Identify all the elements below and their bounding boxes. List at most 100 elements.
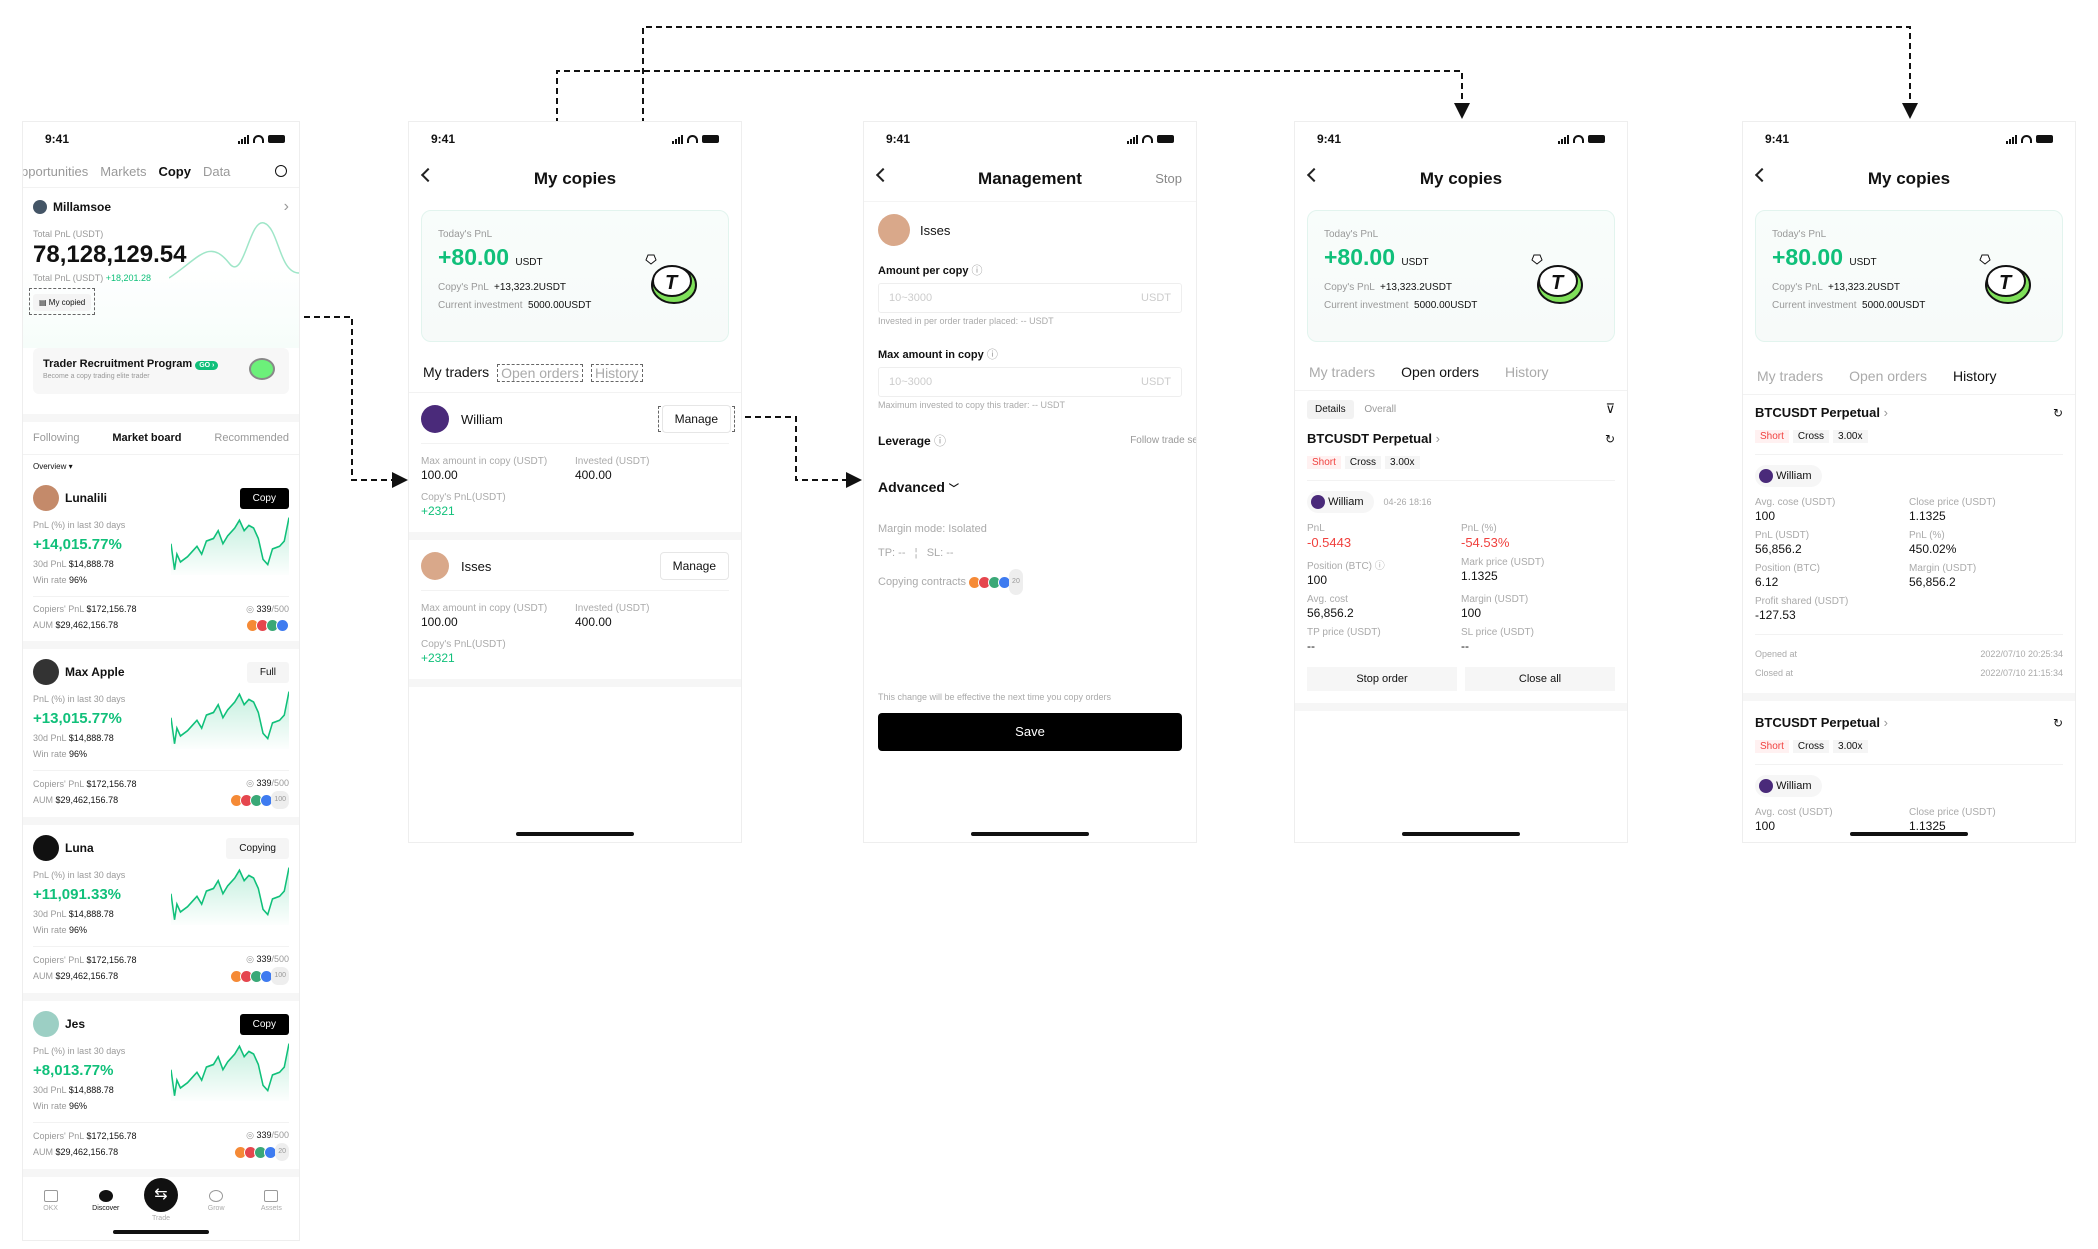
manage-button[interactable]: Manage [661, 405, 731, 433]
chevron-right-icon[interactable]: › [284, 198, 289, 216]
back-icon[interactable] [420, 167, 436, 183]
tab-history[interactable]: History [1953, 368, 1997, 384]
info-icon[interactable]: ⓘ [972, 265, 983, 277]
symbol-link[interactable]: BTCUSDT Perpetual [1755, 405, 1880, 420]
copy-pnl: +2321 [421, 504, 455, 518]
nav-markets[interactable]: Markets [100, 164, 146, 179]
tab-open-orders[interactable]: Open orders [1401, 364, 1479, 380]
leverage-tag: 3.00x [1833, 430, 1868, 443]
amount-per-copy-input[interactable]: 10~3000 USDT [878, 283, 1182, 313]
status-icons [1127, 134, 1174, 144]
tab-my-traders[interactable]: My traders [1757, 368, 1823, 384]
filter-icon[interactable]: ⊽ [1605, 401, 1615, 417]
back-icon[interactable] [875, 167, 891, 183]
trader-card[interactable]: Luna Copying PnL (%) in last 30 days +11,… [23, 825, 299, 1001]
max-amount-input[interactable]: 10~3000 USDT [878, 367, 1182, 397]
trader-card[interactable]: Jes Copy PnL (%) in last 30 days +8,013.7… [23, 1001, 299, 1177]
stop-button[interactable]: Stop [1155, 171, 1182, 186]
subtab-details[interactable]: Details [1307, 399, 1354, 419]
copied-trader-card: Isses Manage Max amount in copy (USDT) 100… [409, 540, 741, 687]
order-field-value: 1.1325 [1909, 509, 1946, 523]
trader-card[interactable]: Lunalili Copy PnL (%) in last 30 days +14… [23, 475, 299, 649]
tab-following[interactable]: Following [33, 432, 79, 444]
bottom-nav-trade[interactable]: ⇆ Trade [141, 1178, 181, 1222]
save-button[interactable]: Save [878, 713, 1182, 751]
tab-market-board[interactable]: Market board [112, 432, 181, 444]
users-icon: ◎ [246, 778, 254, 788]
leverage-value[interactable]: Follow trade se [1130, 435, 1196, 446]
nav-copy[interactable]: Copy [158, 164, 191, 179]
tab-my-traders[interactable]: My traders [423, 364, 489, 382]
my-copied-button[interactable]: ▤ My copied [33, 294, 92, 311]
stop-order-button[interactable]: Stop order [1307, 667, 1457, 691]
symbol-link[interactable]: BTCUSDT Perpetual [1755, 715, 1880, 730]
pnl-sparkline [171, 517, 289, 575]
tab-open-orders[interactable]: Open orders [497, 364, 583, 382]
my-copies-history-screen: 9:41 My copies Today's PnL +80.00 USDT C… [1742, 121, 2076, 843]
overview-dropdown[interactable]: Overview ▾ [23, 455, 299, 475]
nav-data[interactable]: Data [203, 164, 230, 179]
promo-banner[interactable]: Trader Recruitment Program GO › Become a… [33, 348, 289, 394]
page-title: My copies [1419, 169, 1503, 188]
share-icon[interactable]: ↻ [2053, 406, 2063, 420]
order-field-value: 56,856.2 [1307, 606, 1354, 620]
chevron-right-icon: › [1883, 405, 1888, 420]
trader-card[interactable]: Max Apple Full PnL (%) in last 30 days +1… [23, 649, 299, 825]
bottom-nav-assets[interactable]: Assets [251, 1190, 291, 1212]
home-indicator [1402, 832, 1520, 836]
share-icon[interactable]: ↻ [1605, 432, 1615, 446]
coin-icons: 100 [230, 967, 289, 985]
status-icons [2006, 134, 2053, 144]
nav-opportunities[interactable]: pportunities [23, 164, 88, 179]
arrow-history [642, 26, 1918, 354]
tab-my-traders[interactable]: My traders [1309, 364, 1375, 380]
trader-action-button[interactable]: Copy [239, 1013, 289, 1035]
unit: USDT [1849, 257, 1877, 268]
order-field-value: 100 [1461, 606, 1482, 620]
info-icon[interactable]: ⓘ [934, 434, 946, 448]
tab-open-orders[interactable]: Open orders [1849, 368, 1927, 384]
win-rate: 96% [69, 925, 88, 935]
subtab-overall[interactable]: Overall [1356, 400, 1404, 419]
trader-action-button[interactable]: Copy [239, 487, 289, 509]
tp-value: TP: -- [878, 547, 906, 559]
manage-button[interactable]: Manage [659, 552, 729, 580]
chevron-right-icon: › [1883, 715, 1888, 730]
today-pnl-label: Today's PnL [438, 229, 493, 240]
user-avatar [33, 200, 47, 214]
status-time: 9:41 [45, 132, 70, 146]
trader-action-button[interactable]: Full [246, 661, 289, 683]
tab-history[interactable]: History [1505, 364, 1549, 380]
back-icon[interactable] [1306, 167, 1322, 183]
status-time: 9:41 [1765, 132, 1790, 146]
tab-recommended[interactable]: Recommended [214, 432, 289, 444]
bottom-nav-grow[interactable]: Grow [196, 1190, 236, 1212]
bottom-nav-discover[interactable]: Discover [86, 1190, 126, 1212]
bottom-nav-okx[interactable]: OKX [31, 1190, 71, 1212]
tab-history[interactable]: History [590, 364, 643, 382]
promo-title: Trader Recruitment Program [43, 358, 193, 370]
margin-mode-tag: Cross [1792, 430, 1830, 443]
leverage-tag: 3.00x [1385, 456, 1420, 469]
pnl-30d: $14,888.78 [68, 1085, 114, 1095]
copying-contracts-label: Copying contracts [878, 575, 967, 588]
recruitment-illustration-icon [249, 358, 275, 380]
advanced-toggle[interactable]: Advanced ﹀ [878, 479, 1182, 495]
leverage-label: Leverage [878, 434, 931, 448]
tether-coin-illustration-icon: T [1531, 254, 1583, 304]
order-field-value: 56,856.2 [1909, 575, 1956, 589]
win-rate: 96% [69, 575, 88, 585]
status-time: 9:41 [431, 132, 456, 146]
total-pnl-change: +18,201.28 [105, 273, 151, 283]
search-icon[interactable] [275, 165, 287, 177]
trader-action-button[interactable]: Copying [226, 837, 289, 859]
symbol-link[interactable]: BTCUSDT Perpetual [1307, 431, 1432, 446]
margin-mode-tag: Cross [1792, 740, 1830, 753]
promo-go-badge[interactable]: GO › [195, 361, 219, 370]
back-icon[interactable] [1754, 167, 1770, 183]
info-icon[interactable]: ⓘ [987, 349, 998, 361]
close-all-button[interactable]: Close all [1465, 667, 1615, 691]
share-icon[interactable]: ↻ [2053, 716, 2063, 730]
user-name[interactable]: Millamsoe [53, 200, 111, 214]
amount-hint: Invested in per order trader placed: -- … [878, 316, 1054, 326]
